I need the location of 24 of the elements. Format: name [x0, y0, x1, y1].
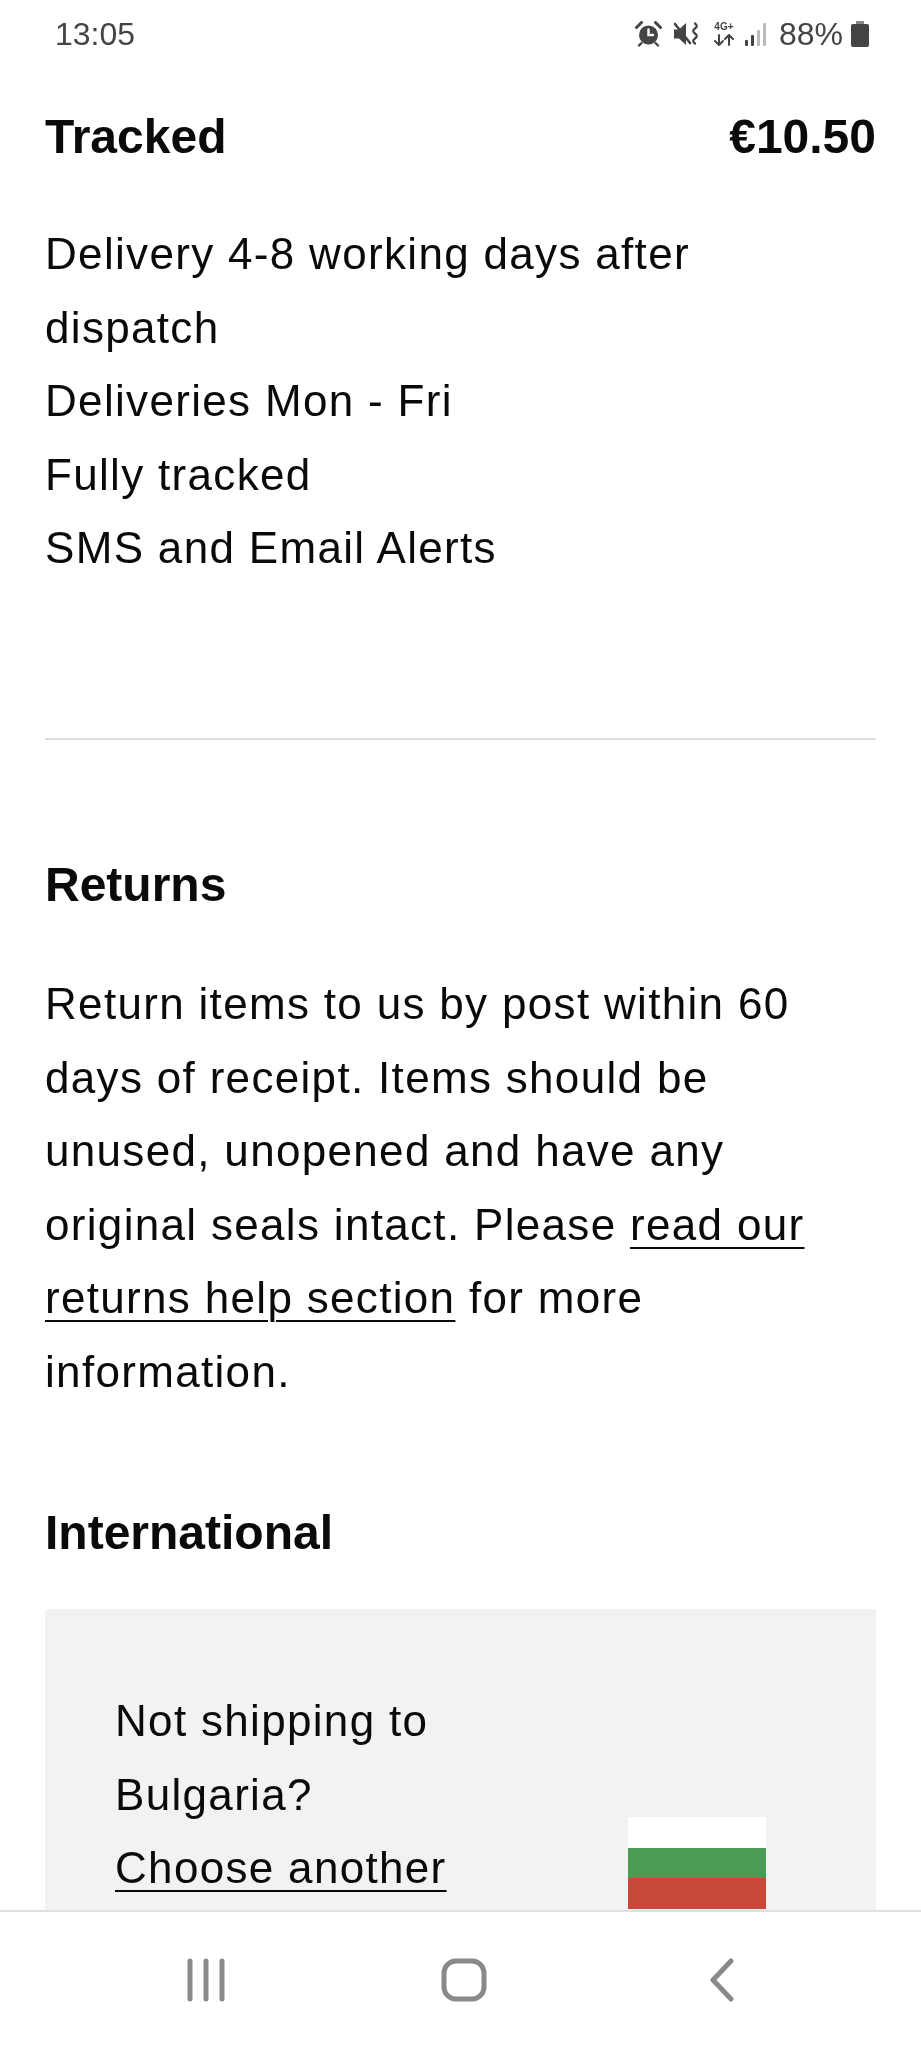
returns-help-link[interactable]: returns help section: [45, 1273, 456, 1322]
battery-icon: [851, 21, 869, 47]
back-button[interactable]: [709, 1958, 735, 2002]
delivery-feature: Deliveries Mon - Fri: [45, 375, 454, 427]
alarm-icon: [634, 21, 662, 47]
shipping-price: €10.50: [729, 109, 876, 165]
delivery-feature: SMS and Email Alerts: [45, 522, 498, 574]
delivery-feature: Delivery 4-8 working days after dispatch: [45, 228, 691, 354]
shipping-option-title: Tracked: [45, 109, 227, 165]
returns-help-link[interactable]: read our: [630, 1199, 805, 1249]
recent-apps-button[interactable]: [186, 1958, 226, 2002]
clock-time: 13:05: [55, 18, 136, 50]
muted-vibrate-icon: [672, 21, 701, 47]
home-button[interactable]: [441, 1958, 487, 2002]
signal-icon: [743, 22, 767, 46]
shipping-question: Not shipping to Bulgaria?: [115, 1695, 430, 1821]
section-heading: International: [45, 1504, 335, 1561]
returns-paragraph: Return items to us by post within 60 days of receipt. Items should be unused, unopened and have any original seals intact. Please read our returns help section for more information.: [45, 978, 806, 1398]
network-type-label: 4G+: [714, 22, 734, 32]
choose-country-link[interactable]: Choose another: [115, 1831, 447, 1905]
section-heading: Returns: [45, 857, 228, 913]
battery-percent: 88%: [778, 18, 843, 50]
data-arrows-icon: [712, 34, 735, 46]
delivery-feature: Fully tracked: [45, 448, 313, 501]
